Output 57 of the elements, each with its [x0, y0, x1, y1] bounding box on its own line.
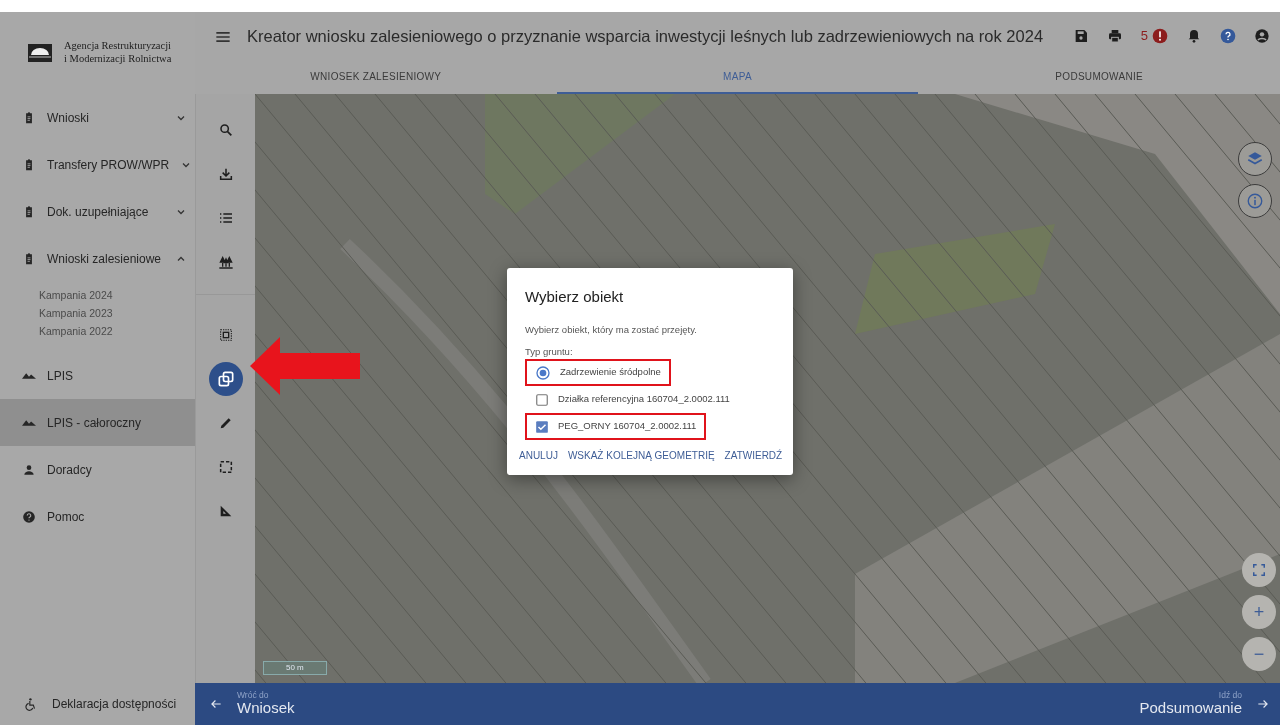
tab[interactable]: WNIOSEK ZALESIENIOWY	[195, 60, 557, 94]
mountains-icon	[22, 372, 36, 379]
page-title: Kreator wniosku zalesieniowego o przyznanie wsparcia inwestycji leśnych lub zadrzewieniowych na rok 2024	[247, 25, 1045, 47]
error-count: 5	[1140, 27, 1148, 46]
printer-icon[interactable]	[1106, 28, 1123, 44]
sidebar-item[interactable]: Wnioski	[0, 94, 195, 141]
sidebar-item[interactable]: Dok. uzupełniające	[0, 188, 195, 235]
mountains-icon	[22, 419, 36, 426]
agency-name: Agencja Restrukturyzacji	[64, 40, 172, 53]
aerial-map-drawing[interactable]	[255, 94, 1280, 683]
nav-caption: Idź do	[1217, 690, 1242, 700]
nav-label: Wniosek	[237, 699, 295, 718]
group-label: Typ gruntu:	[525, 344, 574, 359]
option-label: Działka referencyjna 160704_2.0002.111	[558, 392, 730, 407]
dialog-button[interactable]: ANULUJ	[519, 446, 558, 465]
back-button[interactable]: Wróć do Wniosek	[209, 690, 295, 718]
sidebar-subitem[interactable]: Kampania 2024	[0, 286, 195, 304]
help-icon[interactable]	[1220, 28, 1236, 44]
info-icon	[1246, 192, 1264, 210]
checkbox[interactable]	[535, 392, 549, 407]
bell-icon[interactable]	[1186, 28, 1202, 44]
list-icon	[217, 210, 234, 226]
sidebar-item[interactable]: LPIS - całoroczny	[0, 399, 195, 446]
trees-icon	[217, 254, 234, 270]
dialog-button[interactable]: ZATWIERDŹ	[724, 446, 783, 465]
dialog-button[interactable]: WSKAŻ KOLEJNĄ GEOMETRIĘ	[567, 446, 715, 465]
dashed-rectangle-icon	[217, 459, 234, 475]
error-icon[interactable]	[1152, 28, 1168, 44]
option-label: PEG_ORNY 160704_2.0002.111	[558, 419, 697, 434]
map-scale: 50 m	[263, 661, 327, 675]
search-icon	[217, 122, 234, 138]
sidebar-item[interactable]: Pomoc	[0, 493, 195, 540]
account-icon[interactable]	[1254, 28, 1270, 44]
next-button[interactable]: Idź do Podsumowanie	[1139, 690, 1270, 718]
dialog-description: Wybierz obiekt, który ma zostać przejęty.	[525, 322, 698, 337]
person-icon	[22, 462, 36, 477]
accessibility-icon	[24, 697, 38, 711]
sidebar-item[interactable]: Transfery PROW/WPR	[0, 141, 195, 188]
dialog-title: Wybierz obiekt	[525, 287, 625, 307]
help-icon	[22, 509, 36, 524]
sidebar-item[interactable]: Wnioski zalesieniowe	[0, 235, 195, 282]
tool-button[interactable]	[208, 362, 243, 396]
agency-name: i Modernizacji Rolnictwa	[64, 53, 172, 66]
checkbox[interactable]	[535, 419, 549, 434]
arrow-left-icon	[209, 697, 223, 711]
sidebar-item[interactable]: Doradcy	[0, 446, 195, 493]
dotted-square-icon	[217, 327, 234, 343]
fullscreen-icon	[1252, 563, 1266, 577]
nav-label: Podsumowanie	[1139, 699, 1242, 718]
radio-button[interactable]	[535, 364, 551, 381]
option-label: Zadrzewienie śródpolne	[560, 365, 661, 380]
download-icon	[217, 166, 234, 182]
sidebar-item[interactable]: LPIS	[0, 352, 195, 399]
tab[interactable]: PODSUMOWANIE	[918, 60, 1280, 94]
sidebar-subitem[interactable]: Kampania 2022	[0, 322, 195, 340]
sidebar-subitem[interactable]: Kampania 2023	[0, 304, 195, 322]
nav-caption: Wróć do	[237, 690, 270, 700]
